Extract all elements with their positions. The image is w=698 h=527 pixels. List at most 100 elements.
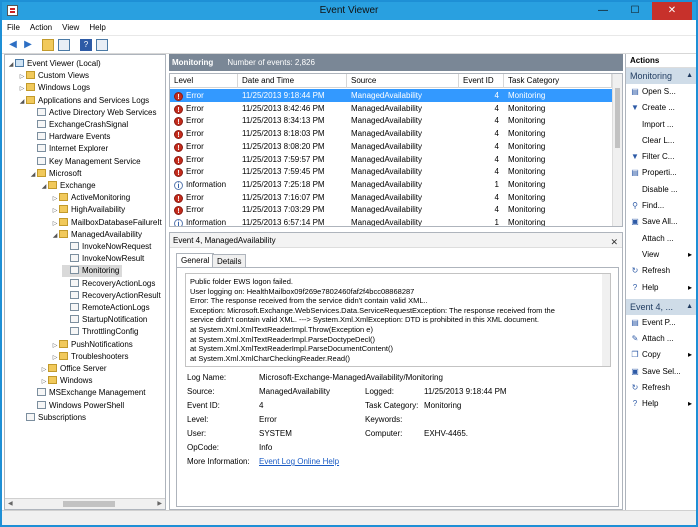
maximize-button[interactable]: ☐ <box>622 2 648 20</box>
action-properti[interactable]: ▤ Properti... <box>626 165 696 181</box>
tree-toggle-icon[interactable]: ◢ <box>29 169 37 181</box>
tree-item-active-directory-web-services[interactable]: Active Directory Web Services <box>29 107 156 119</box>
event-list-scrollbar[interactable] <box>612 74 622 226</box>
collapse-arrow-icon[interactable]: ▲ <box>686 299 693 315</box>
actions-section-monitoring[interactable]: Monitoring ▲ <box>626 68 696 84</box>
action-filter-c[interactable]: ▼ Filter C... <box>626 149 696 165</box>
tree-item-office-server[interactable]: ▷ Office Server <box>40 363 107 375</box>
event-message[interactable]: Public folder EWS logon failed. User log… <box>185 273 611 367</box>
tree-item-exchange[interactable]: ◢ Exchange <box>40 180 96 192</box>
collapse-arrow-icon[interactable]: ▲ <box>686 68 693 84</box>
action-find[interactable]: ⚲ Find... <box>626 198 696 214</box>
tree-item-monitoring[interactable]: Monitoring <box>62 265 123 278</box>
message-scrollbar[interactable] <box>602 274 610 366</box>
open-folder-icon[interactable] <box>42 39 54 51</box>
event-row[interactable]: ! Error 11/25/2013 8:34:13 PM ManagedAvaila… <box>170 114 622 127</box>
menu-help[interactable]: Help <box>84 20 110 32</box>
action-refresh[interactable]: ↻ Refresh <box>626 380 696 396</box>
action-attach[interactable]: ✎ Attach ... <box>626 331 696 347</box>
action-help[interactable]: ? Help ▸ <box>626 396 696 412</box>
event-row[interactable]: ! Error 11/25/2013 7:59:57 PM ManagedAvaila… <box>170 153 622 166</box>
tree-item-msexchange-management[interactable]: MSExchange Management <box>29 387 146 399</box>
tree-toggle-icon[interactable]: ◢ <box>51 230 59 242</box>
tree-item-mailboxdatabasefailureit[interactable]: ▷ MailboxDatabaseFailureIt <box>51 217 162 229</box>
event-row[interactable]: ! Error 11/25/2013 7:16:07 PM ManagedAvaila… <box>170 191 622 204</box>
event-row[interactable]: i Information 11/25/2013 6:57:14 PM Managed… <box>170 216 622 226</box>
tab-details[interactable]: Details <box>212 254 247 267</box>
action-save-all[interactable]: ▣ Save All... <box>626 214 696 230</box>
event-row[interactable]: ! Error 11/25/2013 7:03:29 PM ManagedAvaila… <box>170 203 622 216</box>
minimize-button[interactable]: — <box>590 2 616 20</box>
tree-horizontal-scrollbar[interactable]: ◀ ▶ <box>5 498 165 509</box>
detail-close-icon[interactable]: ✕ <box>610 235 618 250</box>
column-header-event-id[interactable]: Event ID <box>459 74 504 88</box>
action-view[interactable]: View ▸ <box>626 247 696 263</box>
column-header-date[interactable]: Date and Time <box>238 74 347 88</box>
tree-item-exchangecrashsignal[interactable]: ExchangeCrashSignal <box>29 119 128 131</box>
tree-item-throttlingconfig[interactable]: ThrottlingConfig <box>62 326 138 338</box>
event-row[interactable]: ! Error 11/25/2013 8:18:03 PM ManagedAvaila… <box>170 127 622 140</box>
tree-toggle-icon[interactable]: ◢ <box>7 59 15 71</box>
tree-item-windows-logs[interactable]: ▷ Windows Logs <box>18 82 90 94</box>
tree-item-remoteactionlogs[interactable]: RemoteActionLogs <box>62 302 150 314</box>
action-create[interactable]: ▼ Create ... <box>626 100 696 116</box>
tree-toggle-icon[interactable]: ▷ <box>51 352 59 364</box>
tree-item-microsoft[interactable]: ◢ Microsoft <box>29 168 81 180</box>
tree-item-windows-powershell[interactable]: Windows PowerShell <box>29 400 124 412</box>
tree-item-key-management-service[interactable]: Key Management Service <box>29 156 141 168</box>
tree-item-event-viewer-local[interactable]: ◢ Event Viewer (Local) <box>7 58 101 70</box>
action-copy[interactable]: ❐ Copy ▸ <box>626 347 696 363</box>
tree-item-invokenowresult[interactable]: InvokeNowResult <box>62 253 144 265</box>
tree-toggle-icon[interactable]: ▷ <box>18 71 26 83</box>
action-save-sel[interactable]: ▣ Save Sel... <box>626 364 696 380</box>
menu-view[interactable]: View <box>57 20 84 32</box>
tree-item-internet-explorer[interactable]: Internet Explorer <box>29 143 108 155</box>
column-header-task-category[interactable]: Task Category <box>504 74 612 88</box>
event-row[interactable]: ! Error 11/25/2013 8:42:46 PM ManagedAvaila… <box>170 102 622 115</box>
action-open-s[interactable]: ▤ Open S... <box>626 84 696 100</box>
tree-toggle-icon[interactable]: ▷ <box>18 83 26 95</box>
tree-item-troubleshooters[interactable]: ▷ Troubleshooters <box>51 351 129 363</box>
forward-icon[interactable]: ▶ <box>22 39 34 51</box>
event-log-online-help-link[interactable]: Event Log Online Help <box>259 457 339 466</box>
action-attach[interactable]: Attach ... <box>626 231 696 247</box>
action-disable[interactable]: Disable ... <box>626 182 696 198</box>
action-refresh[interactable]: ↻ Refresh <box>626 263 696 279</box>
tree-item-activemonitoring[interactable]: ▷ ActiveMonitoring <box>51 192 130 204</box>
title-bar[interactable]: Event Viewer — ☐ ✕ <box>2 2 696 20</box>
tree-item-recoveryactionlogs[interactable]: RecoveryActionLogs <box>62 278 155 290</box>
action-pane-icon[interactable] <box>96 39 108 51</box>
tree-item-subscriptions[interactable]: Subscriptions <box>18 412 86 424</box>
tree-item-windows[interactable]: ▷ Windows <box>40 375 92 387</box>
column-header-source[interactable]: Source <box>347 74 459 88</box>
tree-item-highavailability[interactable]: ▷ HighAvailability <box>51 204 125 216</box>
tree-item-recoveryactionresult[interactable]: RecoveryActionResult <box>62 290 161 302</box>
tree-item-startupnotification[interactable]: StartupNotification <box>62 314 147 326</box>
back-icon[interactable]: ◀ <box>7 39 19 51</box>
tree-item-pushnotifications[interactable]: ▷ PushNotifications <box>51 339 133 351</box>
tree-item-hardware-events[interactable]: Hardware Events <box>29 131 110 143</box>
tree-toggle-icon[interactable]: ◢ <box>18 96 26 108</box>
event-row[interactable]: ! Error 11/25/2013 8:08:20 PM ManagedAvaila… <box>170 140 622 153</box>
menu-file[interactable]: File <box>2 20 25 32</box>
column-header-level[interactable]: Level <box>170 74 238 88</box>
help-icon[interactable]: ? <box>80 39 92 51</box>
action-clear-l[interactable]: Clear L... <box>626 133 696 149</box>
tree-toggle-icon[interactable]: ▷ <box>51 205 59 217</box>
tree-toggle-icon[interactable]: ◢ <box>40 181 48 193</box>
action-import[interactable]: Import ... <box>626 117 696 133</box>
action-event-p[interactable]: ▤ Event P... <box>626 315 696 331</box>
tree-item-custom-views[interactable]: ▷ Custom Views <box>18 70 89 82</box>
tree-item-applications-and-services-logs[interactable]: ◢ Applications and Services Logs <box>18 95 149 107</box>
tab-general[interactable]: General <box>176 253 215 267</box>
tree-item-invokenowrequest[interactable]: InvokeNowRequest <box>62 241 151 253</box>
tree-item-managedavailability[interactable]: ◢ ManagedAvailability <box>51 229 142 241</box>
tree-toggle-icon[interactable]: ▷ <box>51 193 59 205</box>
tree-toggle-icon[interactable]: ▷ <box>40 364 48 376</box>
tree-toggle-icon[interactable]: ▷ <box>40 376 48 388</box>
actions-section-event-4[interactable]: Event 4, ... ▲ <box>626 298 696 315</box>
event-row[interactable]: ! Error 11/25/2013 7:59:45 PM ManagedAvaila… <box>170 165 622 178</box>
event-row[interactable]: ! Error 11/25/2013 9:18:44 PM ManagedAvaila… <box>170 89 622 102</box>
tree-toggle-icon[interactable]: ▷ <box>51 340 59 352</box>
tree-toggle-icon[interactable]: ▷ <box>51 218 59 230</box>
